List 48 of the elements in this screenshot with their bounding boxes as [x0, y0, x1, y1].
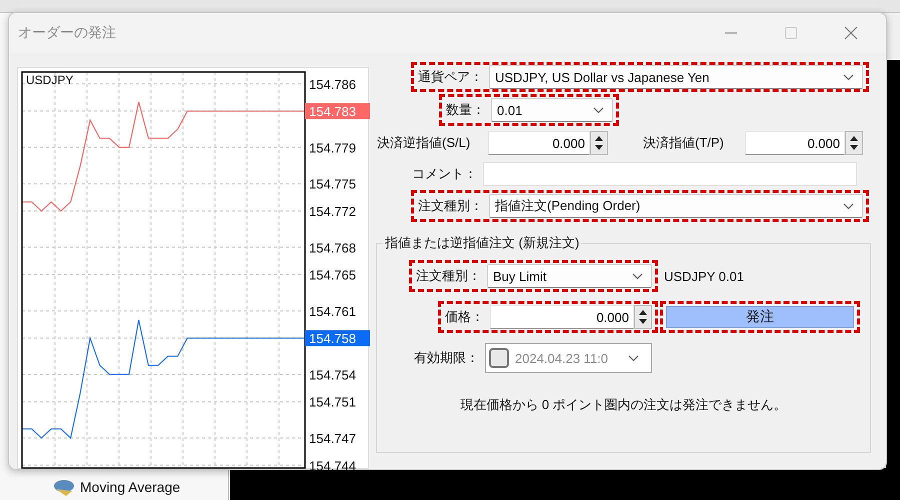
field-label: 注文種別： [418, 197, 484, 215]
y-tick-label: 154.751 [309, 394, 356, 410]
field-label: 決済逆指値(S/L) [377, 134, 472, 152]
y-tick-label: 154.761 [309, 304, 356, 319]
y-tick-label: 154.765 [309, 268, 356, 283]
chevron-down-icon [843, 74, 854, 80]
y-tick-label: 154.754 [309, 367, 356, 382]
chevron-down-icon [593, 106, 604, 114]
checkbox[interactable] [489, 348, 509, 368]
chevron-down-icon [632, 272, 643, 280]
field-label: 決済指値(T/P) [643, 134, 725, 152]
price-label: 154.783 [305, 103, 370, 120]
place-order-button[interactable]: 発注 [666, 306, 854, 328]
symbol-label: USDJPY [26, 73, 74, 87]
spinner-control[interactable] [845, 131, 863, 155]
navigator-item[interactable]: Moving Average [80, 479, 180, 495]
y-tick-label: 154.786 [309, 76, 356, 92]
dropdown[interactable]: USDJPY, US Dollar vs Japanese Yen [489, 65, 863, 89]
field-label: 有効期限： [414, 349, 480, 367]
field-label: 通貨ペア： [418, 68, 484, 86]
dropdown[interactable]: 指値注文(Pending Order) [489, 194, 863, 218]
price-label: 154.758 [305, 330, 370, 346]
field-label: 価格： [445, 308, 485, 326]
number-field[interactable]: 0.000 [488, 131, 590, 155]
y-tick-label: 154.772 [309, 204, 356, 219]
close-icon[interactable] [844, 26, 858, 40]
spinner-control[interactable] [634, 305, 652, 329]
dropdown[interactable]: Buy Limit [487, 264, 652, 288]
field-label: コメント： [412, 165, 478, 183]
indicator-icon [52, 477, 76, 497]
field-label: 注文種別： [416, 267, 482, 285]
chevron-down-icon [843, 202, 854, 210]
field-label: 数量： [446, 101, 486, 119]
chevron-down-icon [628, 354, 639, 362]
y-tick-label: 154.747 [309, 431, 356, 446]
info-message: 現在価格から 0 ポイント圏内の注文は発注できません。 [459, 396, 788, 414]
y-tick-label: 154.779 [309, 140, 356, 156]
y-tick-label: 154.768 [309, 240, 356, 256]
window-title: オーダーの発注 [18, 24, 116, 42]
spinner-control[interactable] [590, 131, 608, 155]
group-title: 指値または逆指値注文 (新規注文) [384, 234, 580, 252]
order-summary: USDJPY 0.01 [664, 268, 744, 284]
comment-field[interactable] [483, 162, 857, 186]
y-tick-label: 154.775 [309, 176, 356, 192]
price-field[interactable]: 0.000 [490, 305, 634, 329]
dropdown[interactable]: 0.01 [491, 98, 613, 122]
number-field[interactable]: 0.000 [745, 131, 845, 155]
date-value: 2024.04.23 11:0 [515, 350, 610, 366]
